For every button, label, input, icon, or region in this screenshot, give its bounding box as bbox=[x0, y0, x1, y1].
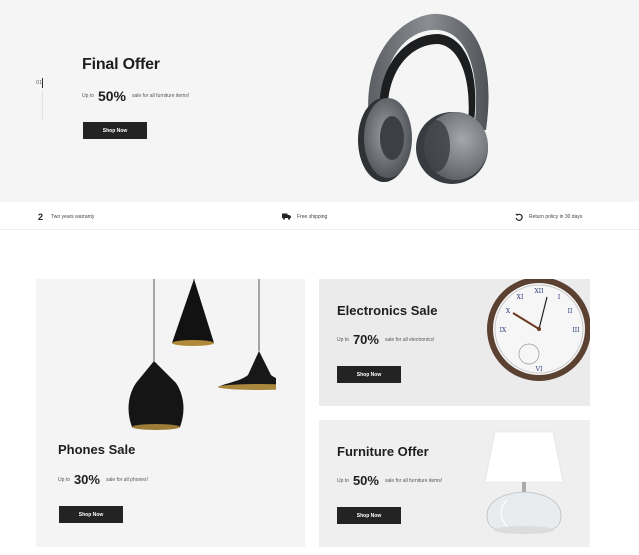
warranty-2-icon: 2 bbox=[37, 211, 43, 222]
furniture-card-offer: Up to 50% sale for all furniture items! bbox=[337, 473, 442, 488]
svg-text:III: III bbox=[572, 327, 580, 334]
svg-text:IX: IX bbox=[500, 327, 507, 334]
svg-text:VI: VI bbox=[535, 366, 543, 373]
pendant-lamps-icon bbox=[128, 279, 276, 430]
electronics-description: sale for all electronics! bbox=[384, 336, 435, 343]
hero-offer: Up to 50% sale for all furniture items! bbox=[82, 88, 189, 104]
svg-text:II: II bbox=[568, 308, 573, 315]
wall-clock-icon: XIIIIIVIIX IIIXIX bbox=[487, 279, 590, 381]
phones-card-offer: Up to 30% sale for all phones! bbox=[58, 472, 148, 487]
furniture-description: sale for all furniture items! bbox=[384, 477, 443, 484]
furniture-upto: Up to bbox=[337, 477, 349, 484]
headphones-icon bbox=[358, 13, 489, 184]
feature-return: Return policy in 30 days bbox=[514, 203, 582, 230]
hero-shop-now-button[interactable]: Shop Now bbox=[83, 122, 147, 139]
furniture-percent: 50% bbox=[352, 473, 379, 488]
phones-card-title: Phones Sale bbox=[58, 442, 136, 457]
electronics-shop-now-button[interactable]: Shop Now bbox=[337, 366, 401, 383]
features-strip: 2 Two years warranty Free shipping Retur… bbox=[0, 203, 639, 230]
feature-warranty: 2 Two years warranty bbox=[36, 203, 94, 230]
electronics-percent: 70% bbox=[352, 332, 379, 347]
hero-banner: 01 Final Offer Up to 50% sale for all fu… bbox=[0, 0, 639, 202]
table-lamp-icon bbox=[484, 431, 564, 534]
hero-upto: Up to bbox=[82, 93, 94, 99]
slide-indicator-track[interactable] bbox=[42, 90, 43, 120]
svg-text:X: X bbox=[506, 308, 511, 315]
return-icon bbox=[514, 212, 523, 221]
electronics-upto: Up to bbox=[337, 336, 349, 343]
phones-description: sale for all phones! bbox=[105, 476, 148, 483]
feature-label: Free shipping bbox=[297, 213, 328, 220]
furniture-offer-card[interactable]: Furniture Offer Up to 50% sale for all f… bbox=[319, 420, 590, 547]
furniture-shop-now-button[interactable]: Shop Now bbox=[337, 507, 401, 524]
hero-percent: 50% bbox=[97, 88, 126, 104]
feature-label: Return policy in 30 days bbox=[529, 213, 583, 220]
electronics-sale-card[interactable]: XII III VI IX I II XI X Electronics Sale Up to… bbox=[319, 279, 590, 406]
hero-description: sale for all furniture items! bbox=[131, 93, 190, 99]
phones-sale-card[interactable]: Phones Sale Up to 30% sale for all phone… bbox=[36, 279, 305, 547]
svg-text:XI: XI bbox=[517, 294, 524, 301]
slider-pagination[interactable]: 01 bbox=[36, 78, 44, 120]
feature-shipping: Free shipping bbox=[282, 203, 327, 230]
phones-upto: Up to bbox=[58, 476, 70, 483]
hero-title: Final Offer bbox=[82, 56, 160, 73]
phones-shop-now-button[interactable]: Shop Now bbox=[59, 506, 123, 523]
electronics-card-offer: Up to 70% sale for all electronics! bbox=[337, 332, 434, 347]
phones-percent: 30% bbox=[73, 472, 100, 487]
feature-label: Two years warranty bbox=[51, 213, 95, 220]
svg-text:XII: XII bbox=[534, 288, 544, 295]
furniture-card-title: Furniture Offer bbox=[337, 444, 429, 459]
active-slide-indicator[interactable] bbox=[42, 78, 43, 88]
truck-icon bbox=[282, 212, 291, 221]
electronics-card-title: Electronics Sale bbox=[337, 303, 438, 318]
